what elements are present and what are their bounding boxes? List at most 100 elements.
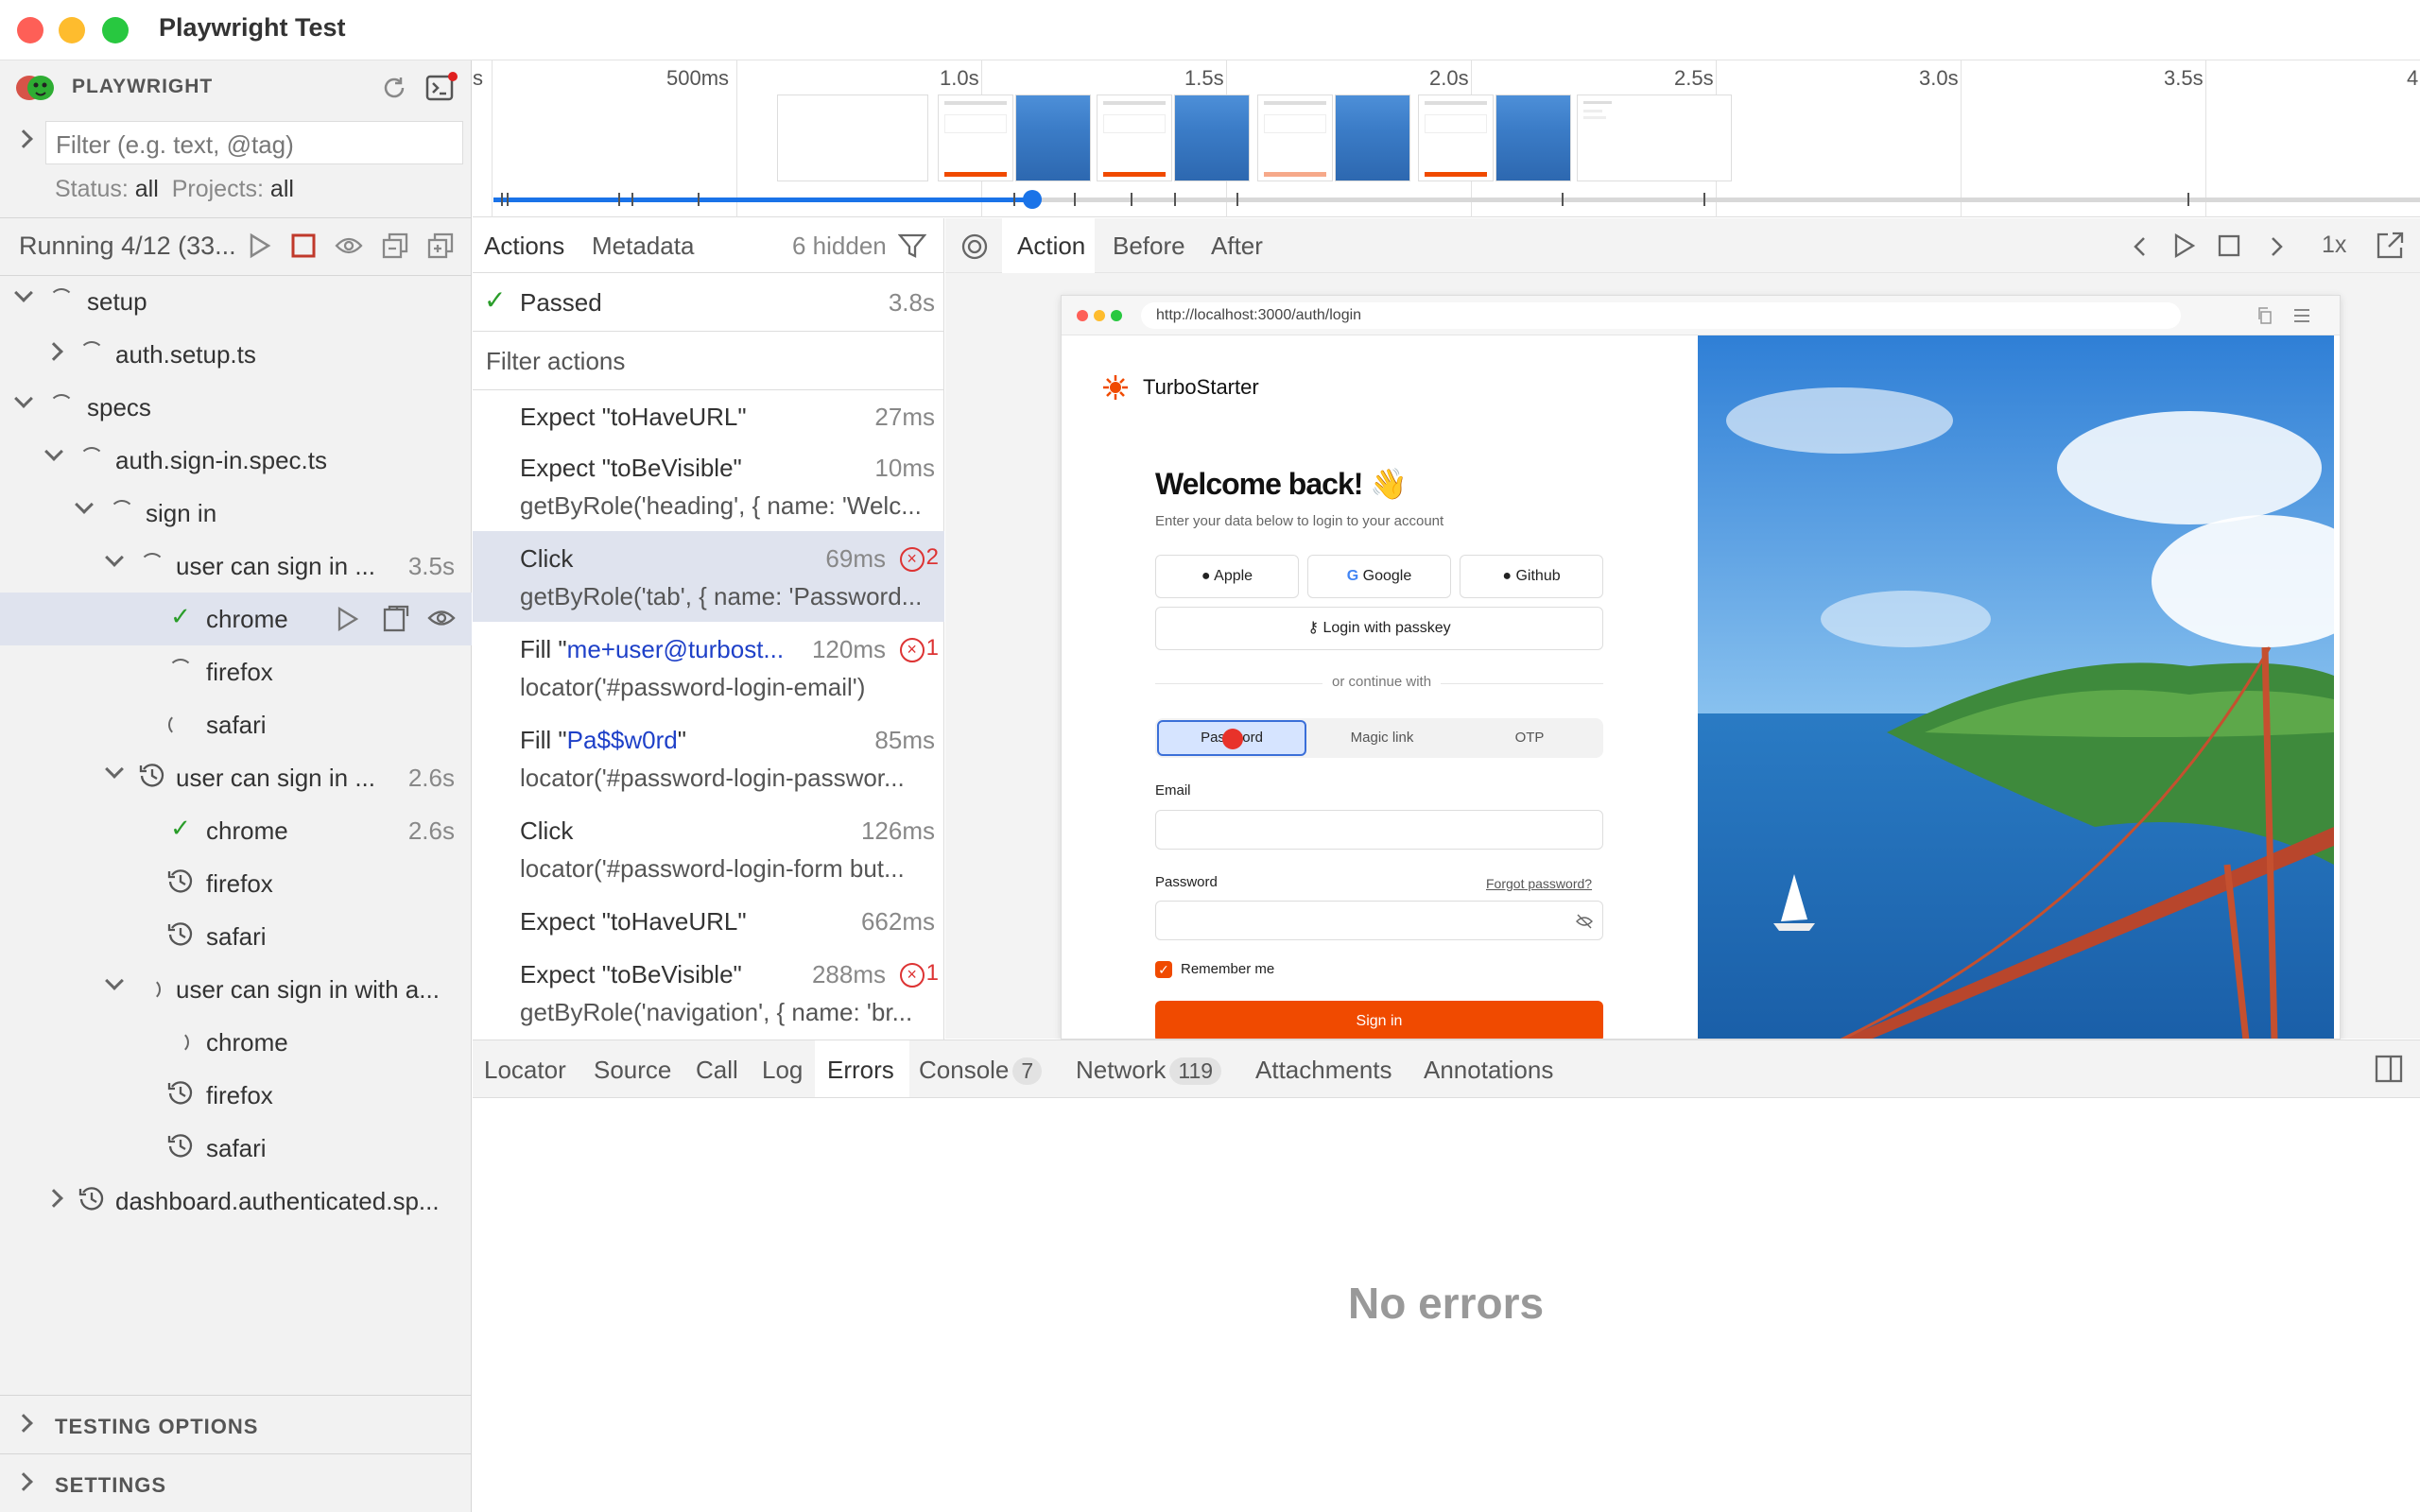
running-status: Running 4/12 (33... xyxy=(19,232,236,260)
pending-clock-icon xyxy=(138,761,166,789)
timeline-progress xyxy=(493,198,1032,202)
timeline-snapshot[interactable] xyxy=(1418,94,1494,181)
reload-icon[interactable] xyxy=(380,74,408,102)
tree-item-test-3-safari[interactable]: safari xyxy=(0,1122,472,1175)
testing-options-section[interactable]: TESTING OPTIONS xyxy=(0,1395,472,1453)
action-row[interactable]: Expect "toBeVisible" 288ms × 1 getByRole(… xyxy=(473,947,944,1038)
tree-item-test-1-safari[interactable]: safari xyxy=(0,698,472,751)
timeline-snapshot[interactable] xyxy=(1257,94,1333,181)
play-icon[interactable] xyxy=(2172,232,2197,259)
snapshot-url-bar[interactable]: http://localhost:3000/auth/login xyxy=(1141,302,2181,329)
tab-magic-link[interactable]: Magic link xyxy=(1309,720,1455,756)
stop-icon[interactable] xyxy=(291,233,316,258)
forgot-password-link[interactable]: Forgot password? xyxy=(1486,876,1592,891)
email-input[interactable] xyxy=(1155,810,1603,850)
timeline-label: 3.5s xyxy=(2164,66,2204,90)
timeline-snapshot[interactable] xyxy=(1174,94,1250,181)
action-row[interactable]: Expect "toHaveURL" 662ms xyxy=(473,894,944,947)
run-all-icon[interactable] xyxy=(248,232,272,259)
tab-annotations[interactable]: Annotations xyxy=(1424,1056,1553,1085)
run-test-icon[interactable] xyxy=(337,606,359,632)
timeline-label: 4 xyxy=(2407,66,2419,90)
tree-item-specs[interactable]: specs xyxy=(0,381,472,434)
minimize-window-button[interactable] xyxy=(59,17,85,43)
tree-item-test-1-firefox[interactable]: firefox xyxy=(0,645,472,698)
tree-item-test-3-chrome[interactable]: chrome xyxy=(0,1016,472,1069)
collapse-all-icon[interactable] xyxy=(382,232,408,259)
tree-item-test-1[interactable]: user can sign in ... 3.5s xyxy=(0,540,472,593)
tree-item-test-2-chrome[interactable]: ✓ chrome 2.6s xyxy=(0,804,472,857)
playback-speed[interactable]: 1x xyxy=(2322,232,2346,259)
tree-item-test-2-safari[interactable]: safari xyxy=(0,910,472,963)
sign-in-button[interactable]: Sign in xyxy=(1155,1001,1603,1039)
filter-funnel-icon[interactable] xyxy=(898,232,926,259)
github-login-button[interactable]: ● Github xyxy=(1460,555,1603,598)
previous-icon[interactable] xyxy=(2131,234,2150,259)
tab-console[interactable]: Console 7 xyxy=(919,1056,1043,1085)
action-row-selected[interactable]: Click 69ms × 2 getByRole('tab', { name: '… xyxy=(473,531,944,622)
tab-locator[interactable]: Locator xyxy=(484,1056,566,1085)
open-external-icon[interactable] xyxy=(2375,231,2405,261)
tree-item-test-2[interactable]: user can sign in ... 2.6s xyxy=(0,751,472,804)
timeline-snapshot[interactable] xyxy=(1097,94,1172,181)
timeline-snapshot[interactable] xyxy=(1335,94,1410,181)
open-source-icon[interactable] xyxy=(382,604,410,632)
toggle-sidebar-icon[interactable] xyxy=(2375,1055,2403,1083)
copy-icon[interactable] xyxy=(2257,307,2273,324)
timeline-snapshot[interactable] xyxy=(1015,94,1091,181)
expand-all-icon[interactable] xyxy=(427,232,454,259)
eye-off-icon[interactable] xyxy=(1576,914,1593,929)
status-projects-filter[interactable]: Status: all Projects: all xyxy=(55,176,294,203)
tab-network[interactable]: Network 119 xyxy=(1076,1056,1222,1085)
timeline-snapshot[interactable] xyxy=(938,94,1013,181)
test-filter-input[interactable]: Filter (e.g. text, @tag) xyxy=(45,121,463,164)
timeline-snapshot[interactable] xyxy=(1495,94,1571,181)
window-titlebar: Playwright Test xyxy=(0,0,2420,60)
settings-section[interactable]: SETTINGS xyxy=(0,1453,472,1512)
brand-label: PLAYWRIGHT xyxy=(72,76,214,97)
tree-item-setup[interactable]: setup xyxy=(0,275,472,328)
stop-playback-icon[interactable] xyxy=(2218,234,2240,257)
tab-log[interactable]: Log xyxy=(762,1056,803,1085)
passed-check-icon: ✓ xyxy=(484,285,507,315)
tree-item-sign-in-describe[interactable]: sign in xyxy=(0,487,472,540)
tree-item-test-3[interactable]: user can sign in with a... xyxy=(0,963,472,1016)
tree-item-sign-in-spec[interactable]: auth.sign-in.spec.ts xyxy=(0,434,472,487)
watch-test-icon[interactable] xyxy=(427,608,456,628)
action-row[interactable]: Fill "Pa$$w0rd" 85ms locator('#password-… xyxy=(473,713,944,803)
watch-all-icon[interactable] xyxy=(335,234,363,257)
action-row[interactable]: Click 126ms locator('#password-login-for… xyxy=(473,803,944,894)
tree-item-test-3-firefox[interactable]: firefox xyxy=(0,1069,472,1122)
tree-item-test-2-firefox[interactable]: firefox xyxy=(0,857,472,910)
no-errors-message: No errors xyxy=(1348,1279,1545,1328)
filter-actions-input[interactable]: Filter actions xyxy=(473,332,944,390)
timeline-handle[interactable] xyxy=(1023,190,1042,209)
timeline-tick xyxy=(492,60,493,217)
tab-errors[interactable]: Errors xyxy=(827,1056,894,1085)
next-icon[interactable] xyxy=(2267,234,2286,259)
zoom-window-button[interactable] xyxy=(102,17,129,43)
tab-otp[interactable]: OTP xyxy=(1457,720,1602,756)
close-window-button[interactable] xyxy=(17,17,43,43)
tab-call[interactable]: Call xyxy=(696,1056,738,1085)
timeline-snapshot[interactable] xyxy=(777,94,928,181)
passkey-login-button[interactable]: ⚷ Login with passkey xyxy=(1155,607,1603,650)
action-row[interactable]: Fill "me+user@turbost... 120ms × 1 locato… xyxy=(473,622,944,713)
terminal-icon[interactable] xyxy=(425,72,458,104)
tree-item-dashboard-spec[interactable]: dashboard.authenticated.sp... xyxy=(0,1175,472,1228)
pick-locator-icon[interactable] xyxy=(960,232,989,261)
remember-me-checkbox[interactable]: ✓ xyxy=(1155,961,1172,978)
expand-filter-chevron-icon[interactable] xyxy=(14,129,33,148)
action-row[interactable]: Expect "toHaveURL" 27ms xyxy=(473,391,944,440)
menu-icon[interactable] xyxy=(2292,307,2311,324)
action-row[interactable]: Expect "toBeVisible" 10ms getByRole('hea… xyxy=(473,440,944,531)
google-login-button[interactable]: G Google xyxy=(1307,555,1451,598)
tree-item-test-1-chrome[interactable]: ✓ chrome xyxy=(0,593,472,645)
error-count-badge: × 1 xyxy=(899,635,939,662)
tab-source[interactable]: Source xyxy=(594,1056,671,1085)
tree-item-auth-setup[interactable]: auth.setup.ts xyxy=(0,328,472,381)
timeline-snapshot[interactable] xyxy=(1577,94,1732,181)
password-input[interactable] xyxy=(1155,901,1603,940)
apple-login-button[interactable]: ● Apple xyxy=(1155,555,1299,598)
tab-attachments[interactable]: Attachments xyxy=(1255,1056,1392,1085)
